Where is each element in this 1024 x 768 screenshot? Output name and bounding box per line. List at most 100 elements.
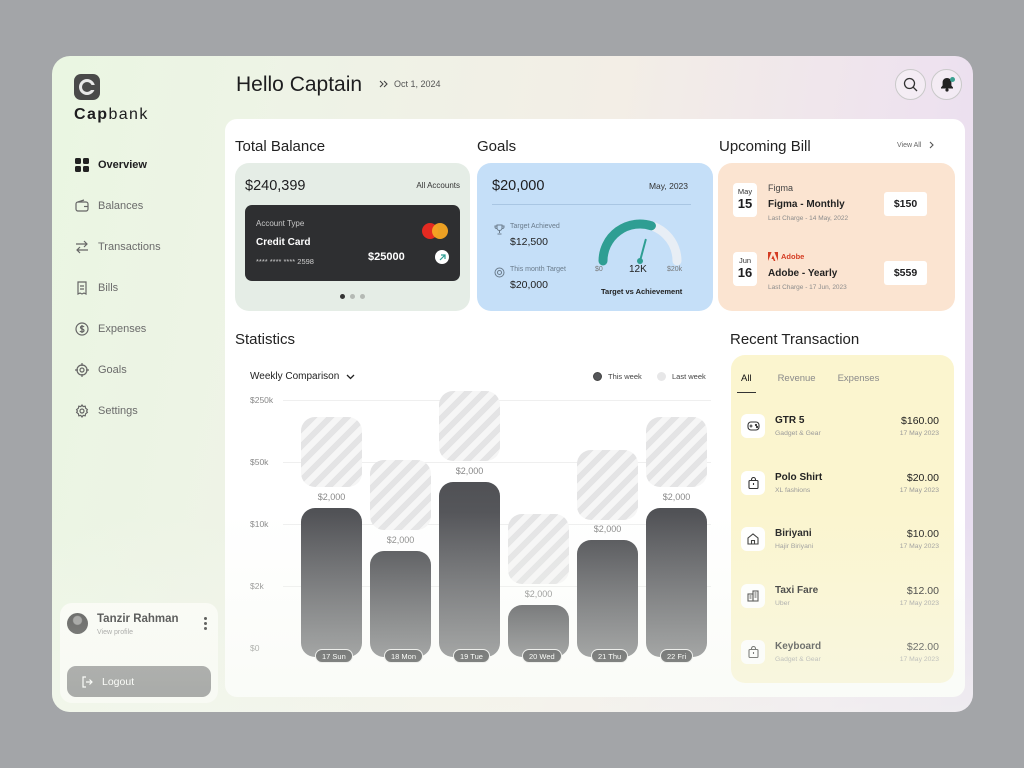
search-icon xyxy=(903,77,918,92)
legend-label: This week xyxy=(608,372,642,381)
sidebar-item-balances[interactable]: Balances xyxy=(74,185,224,226)
bill-month: Jun xyxy=(738,256,752,265)
sidebar-item-settings[interactable]: Settings xyxy=(74,390,224,431)
tab-revenue[interactable]: Revenue xyxy=(778,373,816,393)
double-chevron-right-icon xyxy=(379,80,389,88)
dollar-icon xyxy=(74,321,90,337)
legend-last-week: Last week xyxy=(657,372,706,381)
store-icon xyxy=(741,527,765,551)
bill-name: Adobe - Yearly xyxy=(768,268,838,279)
gauge-min: $0 xyxy=(595,266,603,273)
upcoming-bills-card: May 15 Figma Figma - Monthly Last Charge… xyxy=(718,163,955,311)
transaction-merchant: XL fashions xyxy=(775,486,811,494)
bill-amount[interactable]: $150 xyxy=(884,192,927,216)
transaction-amount: $22.00 xyxy=(906,641,939,653)
logout-button[interactable]: Logout xyxy=(67,666,211,697)
target-icon xyxy=(494,267,505,278)
account-type-label: Account Type xyxy=(256,219,305,228)
transaction-date: 17 May 2023 xyxy=(899,599,939,607)
bill-brand: Figma xyxy=(768,183,794,193)
divider xyxy=(492,204,691,205)
view-all-link[interactable]: View All xyxy=(897,141,935,149)
card-amount: $25000 xyxy=(368,251,405,263)
bill-day: 15 xyxy=(737,196,753,211)
tab-expenses[interactable]: Expenses xyxy=(838,373,880,393)
bar-this-week[interactable] xyxy=(370,551,431,657)
view-all-label: View All xyxy=(897,141,922,149)
sidebar-item-label: Overview xyxy=(98,158,147,171)
logo-icon xyxy=(74,74,100,100)
notification-dot xyxy=(950,77,955,82)
transaction-row[interactable]: Biriyani Hajir Biriyani $10.00 17 May 2023 xyxy=(741,525,939,555)
bar-this-week[interactable] xyxy=(577,540,638,657)
arrow-up-right-icon[interactable] xyxy=(435,250,449,264)
mastercard-icon xyxy=(422,223,448,239)
bar-data-label: $2,000 xyxy=(593,524,622,535)
bill-date: May 15 xyxy=(733,183,757,217)
sidebar-item-goals[interactable]: Goals xyxy=(74,349,224,390)
goals-title: Goals xyxy=(477,138,517,155)
transfer-icon xyxy=(74,239,90,255)
notification-button[interactable] xyxy=(931,69,962,100)
bar-data-label: $2,000 xyxy=(386,535,415,546)
tab-all[interactable]: All xyxy=(737,373,756,393)
bill-month: May xyxy=(737,187,753,196)
transaction-date: 17 May 2023 xyxy=(899,430,939,437)
bill-last-charge: Last Charge - 14 May, 2022 xyxy=(768,215,849,222)
gear-icon xyxy=(74,403,90,419)
transaction-row[interactable]: GTR 5 Gadget & Gear $160.00 17 May 2023 xyxy=(741,412,939,442)
bar-this-week[interactable] xyxy=(301,507,362,657)
bar-this-week[interactable] xyxy=(439,482,500,657)
card-number: **** **** **** 2598 xyxy=(256,257,314,266)
transaction-amount: $160.00 xyxy=(901,415,939,427)
x-tick-label: 17 Sun xyxy=(315,649,353,663)
transaction-amount: $12.00 xyxy=(906,584,939,597)
profile-name: Tanzir Rahman xyxy=(97,613,179,625)
receipt-icon xyxy=(74,280,90,296)
date-text: Oct 1, 2024 xyxy=(394,79,441,89)
search-button[interactable] xyxy=(895,69,926,100)
credit-card[interactable]: Account Type Credit Card **** **** **** … xyxy=(245,205,460,281)
bar-this-week[interactable] xyxy=(646,507,707,657)
transaction-row[interactable]: Keyboard Gadget & Gear $22.00 17 May 2023 xyxy=(741,638,939,668)
bill-amount[interactable]: $559 xyxy=(884,261,927,285)
grid-icon xyxy=(74,157,90,173)
more-options-icon[interactable] xyxy=(204,617,208,632)
bar-data-label: $2,000 xyxy=(662,491,691,502)
view-profile-link[interactable]: View profile xyxy=(97,629,133,636)
total-balance-card: $240,399 All Accounts Account Type Credi… xyxy=(235,163,470,311)
sidebar-item-overview[interactable]: Overview xyxy=(74,144,224,185)
bill-brand: Adobe xyxy=(768,252,804,261)
goal-month: May, 2023 xyxy=(648,181,688,191)
x-tick-label: 18 Mon xyxy=(384,649,424,663)
legend-swatch xyxy=(657,372,666,381)
pager-dot[interactable] xyxy=(340,294,345,299)
transaction-row[interactable]: Taxi Fare Uber $12.00 17 May 2023 xyxy=(741,582,939,612)
bar-last-week xyxy=(577,449,638,520)
pager-dot[interactable] xyxy=(350,294,355,299)
transaction-row[interactable]: Polo Shirt XL fashions $20.00 17 May 2023 xyxy=(741,469,939,499)
logout-label: Logout xyxy=(102,675,135,688)
pager-dot[interactable] xyxy=(360,294,365,299)
bill-date: Jun 16 xyxy=(733,252,757,286)
sidebar-item-bills[interactable]: Bills xyxy=(74,267,224,308)
all-accounts-link[interactable]: All Accounts xyxy=(416,181,460,190)
profile-card: Tanzir Rahman View profile Logout xyxy=(60,603,218,703)
bill-brand-text: Adobe xyxy=(781,252,805,261)
avatar[interactable] xyxy=(67,613,88,634)
statistics-title: Statistics xyxy=(235,331,296,348)
card-pager[interactable] xyxy=(340,294,365,299)
balance-amount: $240,399 xyxy=(245,178,306,194)
bar-last-week xyxy=(646,417,707,488)
transaction-amount: $20.00 xyxy=(906,471,939,484)
sidebar-item-transactions[interactable]: Transactions xyxy=(74,226,224,267)
sidebar-item-expenses[interactable]: Expenses xyxy=(74,308,224,349)
transaction-name: GTR 5 xyxy=(775,415,805,426)
y-tick-label: $0 xyxy=(250,643,260,653)
brand-name: Capbank xyxy=(74,106,149,123)
transaction-date: 17 May 2023 xyxy=(899,486,939,494)
recent-transaction-title: Recent Transaction xyxy=(730,331,860,348)
transaction-amount: $10.00 xyxy=(906,528,939,540)
chevron-down-icon xyxy=(346,374,355,380)
y-tick-label: $10k xyxy=(250,519,269,529)
